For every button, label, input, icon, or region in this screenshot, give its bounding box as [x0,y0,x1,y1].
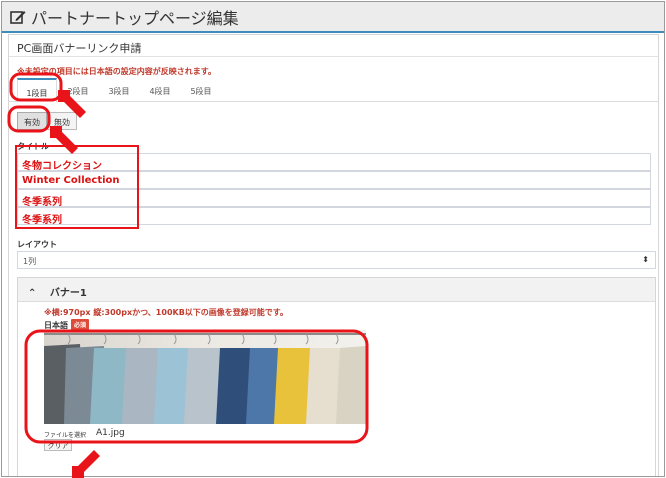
tab-tier-2[interactable]: 2段目 [58,78,98,102]
tier-tabs: 1段目 2段目 3段目 4段目 5段目 [9,78,658,103]
tab-tier-4[interactable]: 4段目 [140,78,180,102]
layout-select[interactable]: 1列 ⬍ [17,251,656,269]
title-label: タイトル [17,142,49,151]
banner-image [44,330,366,424]
banner-box-header[interactable]: ⌃ バナー1 [18,278,655,302]
layout-select-value: 1列 [23,257,37,266]
tab-tier-1[interactable]: 1段目 [17,78,57,103]
fallback-notice: ※未設定の項目には日本語の設定内容が反映されます。 [17,67,216,76]
choose-file-button[interactable]: ファイルを選択 [44,430,86,439]
select-caret-icon: ⬍ [642,255,649,264]
disabled-toggle-button[interactable]: 無効 [47,112,77,130]
main-panel: PC画面バナーリンク申請 ※未設定の項目には日本語の設定内容が反映されます。 1… [8,34,659,476]
banner-box-title: バナー1 [49,288,87,299]
page-header: パートナートップページ編集 [2,2,664,33]
clothes-rack-photo [44,330,366,424]
tab-tier-5[interactable]: 5段目 [181,78,221,102]
edit-icon [10,10,26,24]
language-label-text: 日本語 [44,321,68,330]
title-input-zh-tw[interactable]: 冬季系列 [17,207,651,226]
app-window: パートナートップページ編集 PC画面バナーリンク申請 ※未設定の項目には日本語の… [1,1,665,477]
clear-file-button[interactable]: クリア [44,439,72,451]
banner-size-warning: ※横:970px 縦:300pxかつ、100KB以下の画像を登録可能です。 [44,308,289,317]
chevron-up-icon: ⌃ [28,288,37,299]
required-badge: 必須 [71,319,90,330]
title-input-en[interactable]: Winter Collection [17,171,651,189]
tab-tier-3[interactable]: 3段目 [99,78,139,102]
layout-label: レイアウト [17,240,57,249]
title-input-zh-cn[interactable]: 冬季系列 [17,189,651,208]
enabled-toggle-button[interactable]: 有効 [17,112,47,130]
page-title: パートナートップページ編集 [31,8,239,28]
title-input-ja[interactable]: 冬物コレクション [17,153,651,172]
panel-title: PC画面バナーリンク申請 [9,35,658,57]
banner-box: ⌃ バナー1 ※横:970px 縦:300pxかつ、100KB以下の画像を登録可… [17,277,656,476]
selected-file-name: A1.jpg [96,428,125,438]
